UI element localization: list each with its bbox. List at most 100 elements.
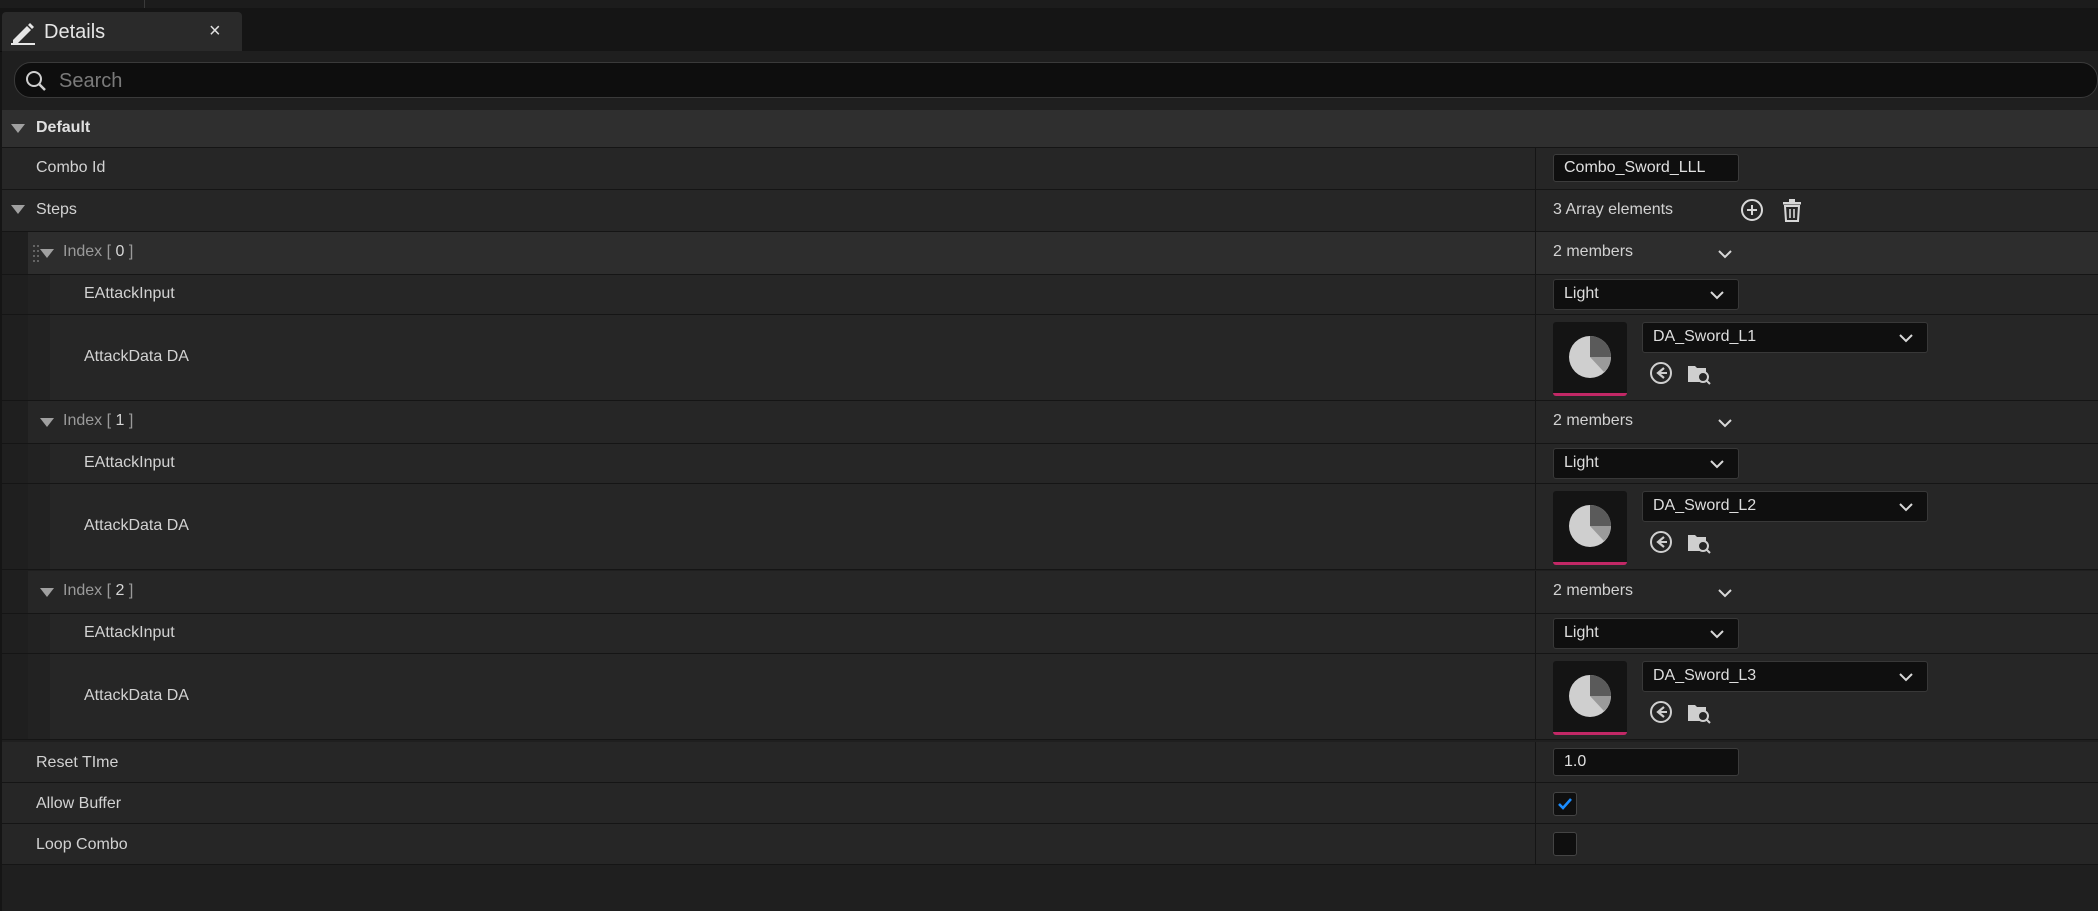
reset-time-label: Reset TIme [36, 754, 119, 771]
column-splitter[interactable] [1535, 783, 1536, 823]
property-attackdata-1: AttackData DA DA_Sword_L2 [2, 484, 2098, 570]
asset-picker-dropdown[interactable]: DA_Sword_L2 [1642, 491, 1928, 522]
combo-id-field[interactable]: Combo_Sword_LLL [1553, 154, 1739, 182]
add-element-icon[interactable] [1739, 197, 1765, 223]
indent-guide [2, 232, 28, 274]
array-element-1[interactable]: Index [ 1 ] 2 members [2, 401, 2098, 444]
search-input[interactable] [57, 66, 2061, 96]
asset-thumbnail[interactable] [1553, 491, 1627, 565]
column-splitter[interactable] [1535, 148, 1536, 189]
column-splitter[interactable] [1535, 742, 1536, 782]
chevron-down-icon [1899, 334, 1913, 343]
asset-value: DA_Sword_L1 [1653, 328, 1757, 345]
tab-details[interactable]: Details × [2, 12, 242, 51]
steps-label: Steps [36, 201, 77, 218]
property-attackdata-0: AttackData DA DA_Sword_L1 [2, 315, 2098, 401]
array-element-0[interactable]: Index [ 0 ] 2 members [2, 232, 2098, 275]
property-eattackinput-0: EAttackInput Light [2, 275, 2098, 315]
members-count: 2 members [1553, 582, 1634, 599]
column-splitter[interactable] [1535, 824, 1536, 864]
collapse-arrow-icon[interactable] [40, 588, 54, 597]
property-eattackinput-1: EAttackInput Light [2, 444, 2098, 484]
chevron-down-icon[interactable] [1716, 587, 1734, 599]
indent-guide [28, 444, 50, 483]
delete-all-icon[interactable] [1779, 197, 1805, 223]
asset-thumbnail[interactable] [1553, 661, 1627, 735]
search-icon [26, 71, 46, 91]
column-splitter[interactable] [1535, 654, 1536, 739]
chevron-down-icon [1899, 503, 1913, 512]
eattackinput-label: EAttackInput [84, 454, 175, 471]
members-count: 2 members [1553, 412, 1634, 429]
column-splitter[interactable] [1535, 444, 1536, 483]
allow-buffer-checkbox[interactable] [1553, 792, 1577, 816]
eattackinput-label: EAttackInput [84, 285, 175, 302]
property-combo-id: Combo Id Combo_Sword_LLL [2, 148, 2098, 190]
column-splitter[interactable] [1535, 190, 1536, 231]
property-eattackinput-2: EAttackInput Light [2, 614, 2098, 654]
loop-combo-label: Loop Combo [36, 836, 128, 853]
top-strip-mark [144, 0, 145, 8]
index-label: Index [ 0 ] [63, 243, 134, 260]
attackdata-label: AttackData DA [84, 687, 189, 704]
members-count: 2 members [1553, 243, 1634, 260]
column-splitter[interactable] [1535, 614, 1536, 653]
browse-to-asset-icon[interactable] [1686, 699, 1712, 725]
indent-guide [2, 315, 28, 400]
indent-guide [2, 614, 28, 653]
use-selected-asset-icon[interactable] [1648, 699, 1674, 725]
column-splitter[interactable] [1535, 232, 1536, 274]
property-allow-buffer: Allow Buffer [2, 783, 2098, 824]
eattackinput-dropdown[interactable]: Light [1553, 279, 1739, 310]
category-default[interactable]: Default [2, 110, 2098, 148]
indent-guide [2, 654, 28, 739]
chevron-down-icon [1899, 673, 1913, 682]
close-icon[interactable]: × [209, 20, 221, 43]
use-selected-asset-icon[interactable] [1648, 529, 1674, 555]
attackdata-label: AttackData DA [84, 517, 189, 534]
use-selected-asset-icon[interactable] [1648, 360, 1674, 386]
chevron-down-icon [1710, 291, 1724, 300]
collapse-arrow-icon[interactable] [11, 124, 25, 133]
eattackinput-value: Light [1564, 454, 1599, 471]
array-element-2[interactable]: Index [ 2 ] 2 members [2, 571, 2098, 614]
asset-picker-dropdown[interactable]: DA_Sword_L1 [1642, 322, 1928, 353]
loop-combo-checkbox[interactable] [1553, 832, 1577, 856]
attackdata-label: AttackData DA [84, 348, 189, 365]
property-attackdata-2: AttackData DA DA_Sword_L3 [2, 654, 2098, 740]
chevron-down-icon[interactable] [1716, 248, 1734, 260]
eattackinput-dropdown[interactable]: Light [1553, 448, 1739, 479]
indent-guide [28, 614, 50, 653]
column-splitter[interactable] [1535, 275, 1536, 314]
indent-guide [28, 275, 50, 314]
asset-value: DA_Sword_L2 [1653, 497, 1757, 514]
asset-thumbnail[interactable] [1553, 322, 1627, 396]
column-splitter[interactable] [1535, 401, 1536, 443]
indent-guide [28, 315, 50, 400]
collapse-arrow-icon[interactable] [40, 249, 54, 258]
data-asset-icon [1569, 336, 1611, 378]
search-box[interactable] [14, 62, 2098, 98]
eattackinput-value: Light [1564, 624, 1599, 641]
drag-handle-icon[interactable] [32, 243, 40, 263]
data-asset-icon [1569, 505, 1611, 547]
array-count: 3 Array elements [1553, 201, 1674, 218]
column-splitter[interactable] [1535, 484, 1536, 569]
collapse-arrow-icon[interactable] [11, 205, 25, 214]
asset-picker-dropdown[interactable]: DA_Sword_L3 [1642, 661, 1928, 692]
browse-to-asset-icon[interactable] [1686, 360, 1712, 386]
eattackinput-dropdown[interactable]: Light [1553, 618, 1739, 649]
reset-time-field[interactable]: 1.0 [1553, 748, 1739, 776]
checkmark-icon [1558, 798, 1572, 810]
indent-guide [2, 571, 28, 613]
collapse-arrow-icon[interactable] [40, 418, 54, 427]
property-steps: Steps 3 Array elements [2, 190, 2098, 232]
chevron-down-icon[interactable] [1716, 417, 1734, 429]
browse-to-asset-icon[interactable] [1686, 529, 1712, 555]
eattackinput-label: EAttackInput [84, 624, 175, 641]
combo-id-label: Combo Id [36, 159, 106, 176]
indent-guide [2, 484, 28, 569]
top-strip [0, 0, 2098, 8]
column-splitter[interactable] [1535, 571, 1536, 613]
column-splitter[interactable] [1535, 315, 1536, 400]
